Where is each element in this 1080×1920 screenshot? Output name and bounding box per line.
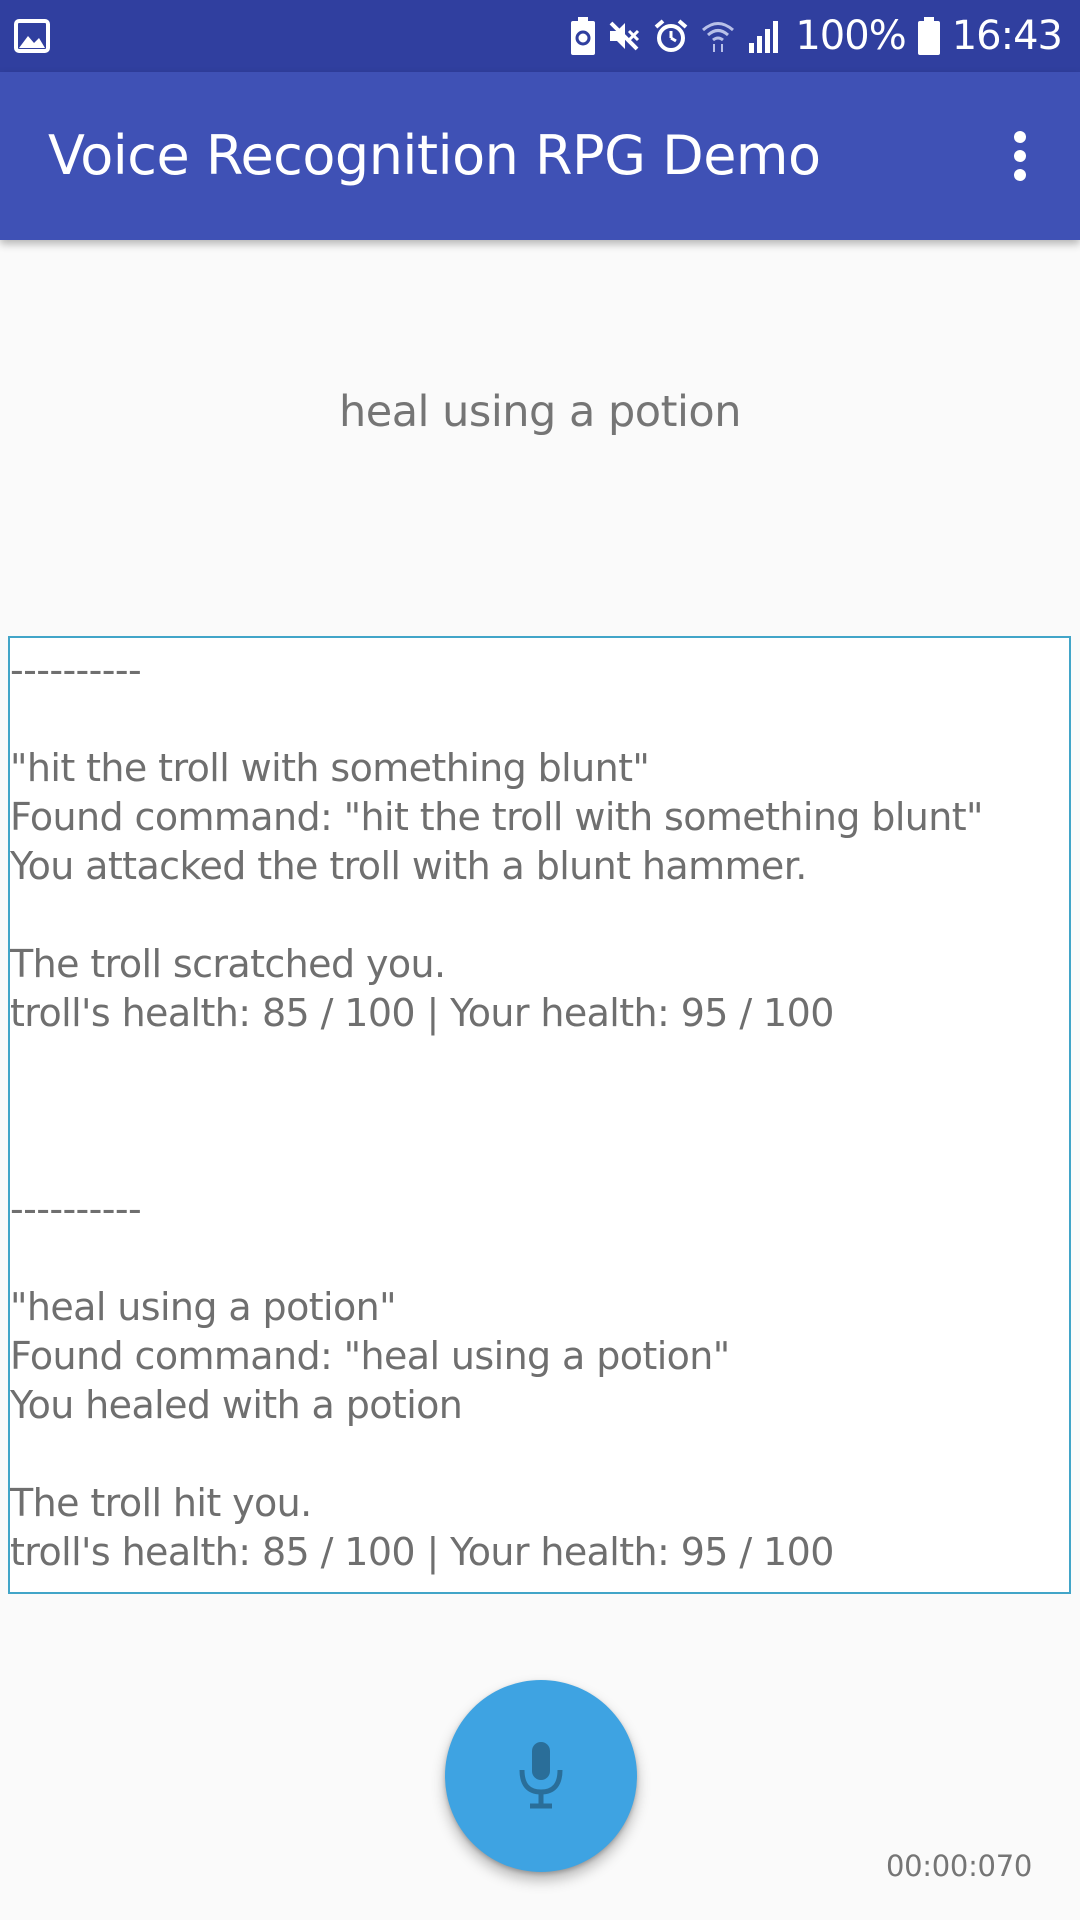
wifi-icon [701,18,735,54]
recognized-text: heal using a potion [339,387,741,437]
image-notification-icon [14,19,50,53]
game-log-text: ---------- "hit the troll with something… [10,648,984,1574]
status-icons: 100% 16:43 [571,0,1063,72]
elapsed-timer: 00:00:070 [886,1849,1032,1883]
app-bar: Voice Recognition RPG Demo [0,72,1080,240]
status-time: 16:43 [951,13,1063,59]
game-log[interactable]: ---------- "hit the troll with something… [8,636,1071,1594]
battery-icon [917,17,940,55]
battery-percent: 100% [795,13,906,59]
signal-icon [747,19,783,53]
overflow-menu-button[interactable] [972,108,1068,204]
microphone-button[interactable] [445,1680,637,1872]
alarm-icon [653,18,689,54]
status-bar: 100% 16:43 [0,0,1080,72]
app-title: Voice Recognition RPG Demo [48,124,821,187]
mute-icon [607,19,641,53]
more-vert-icon [1014,131,1026,181]
microphone-icon [519,1742,563,1809]
battery-saver-icon [571,17,596,55]
